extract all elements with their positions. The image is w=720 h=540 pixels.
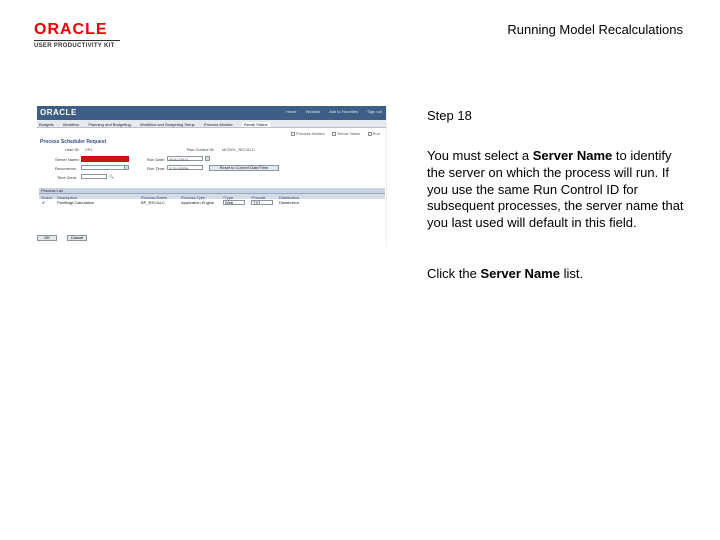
- row-process-type: Application Engine: [181, 200, 215, 205]
- menu-tab[interactable]: Workflow: [63, 122, 79, 127]
- instruction-text: You must select a Server Name to identif…: [427, 148, 692, 232]
- distribution-link[interactable]: Distribution: [279, 200, 299, 205]
- favorites-link[interactable]: Add to Favorites: [329, 109, 358, 114]
- logo-divider: [34, 40, 120, 41]
- request-form: User ID: VP1 Run Control ID: MODEL_RECAL…: [37, 147, 386, 187]
- instruction-part: You must select a: [427, 148, 533, 163]
- run-time-label: Run Time:: [147, 166, 166, 171]
- option-label: Server Name: [336, 131, 361, 136]
- run-control-value: MODEL_RECALC: [222, 147, 255, 152]
- time-zone-label: Time Zone:: [57, 175, 78, 180]
- row-description: PlanBdgt Calculation: [57, 200, 95, 205]
- process-list-grid: Process List Select Description Process …: [39, 188, 385, 206]
- checkbox-icon[interactable]: [290, 131, 295, 136]
- recurrence-field[interactable]: [81, 165, 127, 170]
- step-label: Step 18: [427, 108, 472, 123]
- server-name-label: Server Name:: [55, 157, 80, 162]
- checkbox-icon[interactable]: [331, 131, 336, 136]
- ok-button[interactable]: OK: [37, 235, 57, 241]
- recurrence-label: Recurrence:: [55, 166, 77, 171]
- type-select[interactable]: Web: [223, 200, 245, 205]
- run-date-value: 09/11/2011: [169, 157, 189, 162]
- click-target: Server Name: [480, 266, 560, 281]
- checkbox-icon[interactable]: [367, 131, 372, 136]
- logo-subtitle: USER PRODUCTIVITY KIT: [34, 43, 115, 49]
- app-top-bar: ORACLE Home Worklist Add to Favorites Si…: [37, 106, 386, 120]
- oracle-upk-logo: ORACLE USER PRODUCTIVITY KIT: [34, 22, 124, 49]
- run-control-label: Run Control ID:: [187, 147, 215, 152]
- format-select[interactable]: TXT: [251, 200, 273, 205]
- run-time-value: 3:29:30PM: [169, 166, 189, 171]
- menu-tab[interactable]: Process Monitor: [204, 122, 233, 127]
- instruction-bold: Server Name: [532, 148, 613, 163]
- top-links: Home Worklist Add to Favorites Sign out: [278, 109, 382, 114]
- run-date-label: Run Date:: [147, 157, 166, 162]
- application-screenshot: ORACLE Home Worklist Add to Favorites Si…: [37, 106, 387, 246]
- home-link[interactable]: Home: [286, 109, 297, 114]
- time-zone-field[interactable]: [81, 174, 107, 179]
- worklist-link[interactable]: Worklist: [306, 109, 320, 114]
- menu-tab[interactable]: Workflow and Budgeting Setup: [140, 122, 195, 127]
- chevron-down-icon[interactable]: [124, 165, 129, 170]
- user-id-label: User ID:: [65, 147, 80, 152]
- option-label: Process Monitor: [295, 131, 325, 136]
- logo-oracle-text: ORACLE: [34, 21, 108, 38]
- click-instruction: Click the Server Name list.: [427, 266, 583, 281]
- click-prefix: Click the: [427, 266, 481, 281]
- calendar-icon[interactable]: [205, 156, 210, 161]
- option-label: Run: [372, 131, 380, 136]
- app-logo: ORACLE: [40, 108, 77, 117]
- table-row: ✔ PlanBdgt Calculation BP_RECALC Applica…: [39, 199, 385, 206]
- select-checkbox[interactable]: ✔: [42, 200, 45, 205]
- user-id-value: VP1: [85, 147, 93, 152]
- process-scheduler-title: Process Scheduler Request: [40, 139, 107, 145]
- row-process-name: BP_RECALC: [141, 200, 165, 205]
- search-icon[interactable]: 🔍: [109, 174, 114, 179]
- page-title: Running Model Recalculations: [507, 22, 683, 37]
- cancel-button[interactable]: Cancel: [67, 235, 87, 241]
- server-name-dropdown[interactable]: [81, 156, 129, 162]
- menu-tab[interactable]: Planning and Budgeting: [88, 122, 130, 127]
- menu-tab-selected[interactable]: Recall Status: [241, 122, 270, 127]
- menu-bar: Budgets Workflow Planning and Budgeting …: [37, 120, 386, 128]
- menu-tab[interactable]: Budgets: [39, 122, 54, 127]
- reset-date-time-button[interactable]: Reset to Current Date/Time: [209, 165, 279, 171]
- sign-out-link[interactable]: Sign out: [367, 109, 382, 114]
- click-suffix: list.: [559, 266, 584, 281]
- options-row: Process Monitor Server Name Run: [37, 128, 386, 138]
